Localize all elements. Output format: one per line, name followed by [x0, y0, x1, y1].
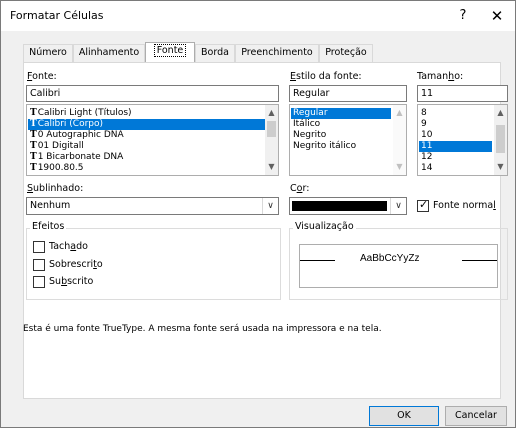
- font-size-item[interactable]: 14: [419, 163, 432, 174]
- font-size-input[interactable]: 11: [417, 85, 508, 102]
- scroll-up-icon: ▲: [396, 108, 403, 117]
- font-style-item-selected[interactable]: Regular: [291, 108, 391, 119]
- scroll-thumb[interactable]: [267, 121, 276, 137]
- preview-box: AaBbCcYyZz: [299, 244, 498, 288]
- underline-label: Sublinhado:: [27, 183, 84, 194]
- help-button[interactable]: ?: [448, 5, 478, 27]
- tab-protecao[interactable]: Proteção: [319, 44, 373, 62]
- chevron-down-icon[interactable]: ∨: [390, 198, 406, 214]
- font-size-item[interactable]: 8: [419, 108, 427, 119]
- tab-preenchimento[interactable]: Preenchimento: [235, 44, 319, 62]
- font-size-list[interactable]: 8 9 10 11 12 14 ▲ ▼: [417, 104, 508, 176]
- preview-sample-text: AaBbCcYyZz: [360, 253, 420, 264]
- font-style-input[interactable]: Regular: [289, 85, 407, 102]
- font-label: Fonte:: [27, 71, 57, 82]
- font-list-item-selected[interactable]: T Calibri (Corpo): [28, 119, 265, 130]
- font-size-item[interactable]: 10: [419, 130, 432, 141]
- font-size-item[interactable]: 9: [419, 119, 427, 130]
- color-swatch: [292, 201, 387, 211]
- font-list[interactable]: T Calibri Light (Títulos) T Calibri (Corpo…: [26, 104, 279, 176]
- scroll-down-icon[interactable]: ▼: [494, 161, 507, 173]
- strikethrough-label: Tachado: [49, 241, 88, 252]
- truetype-icon: T: [30, 152, 37, 162]
- color-label: Cor:: [290, 183, 310, 194]
- preview-baseline-left: [300, 260, 335, 261]
- scroll-thumb[interactable]: [496, 125, 505, 153]
- dialog-title: Formatar Células: [10, 9, 104, 22]
- truetype-icon: T: [30, 130, 37, 140]
- font-size-scrollbar[interactable]: ▲ ▼: [494, 105, 507, 175]
- chevron-down-icon[interactable]: ∨: [262, 198, 278, 214]
- font-style-list[interactable]: Regular Itálico Negrito Negrito itálico …: [289, 104, 407, 176]
- tab-fonte-label: Fonte: [153, 44, 187, 57]
- underline-value: Nenhum: [30, 200, 71, 211]
- tab-alinhamento[interactable]: Alinhamento: [73, 44, 145, 62]
- font-style-item[interactable]: Negrito itálico: [291, 141, 356, 152]
- font-info-text: Esta é uma fonte TrueType. A mesma fonte…: [23, 324, 382, 334]
- normal-font-label: Fonte normal: [433, 200, 496, 211]
- font-style-item[interactable]: Itálico: [291, 119, 320, 130]
- format-cells-dialog: Formatar Células ? ✕ Número Alinhamento …: [0, 0, 516, 428]
- font-style-item[interactable]: Negrito: [291, 130, 326, 141]
- close-button[interactable]: ✕: [482, 5, 512, 27]
- truetype-icon: T: [30, 108, 37, 118]
- truetype-icon: T: [30, 163, 37, 173]
- font-list-scrollbar[interactable]: ▲ ▼: [265, 105, 278, 175]
- scroll-down-icon[interactable]: ▼: [265, 161, 278, 173]
- cancel-button[interactable]: Cancelar: [445, 406, 507, 426]
- close-icon: ✕: [490, 7, 504, 25]
- scroll-up-icon[interactable]: ▲: [265, 107, 278, 119]
- font-size-label: Tamanho:: [417, 71, 464, 82]
- scroll-down-icon: ▼: [396, 162, 403, 171]
- preview-group-title: Visualização: [293, 221, 356, 232]
- strikethrough-checkbox[interactable]: [33, 241, 45, 253]
- color-picker[interactable]: ∨: [289, 197, 407, 215]
- subscript-label: Subscrito: [49, 276, 94, 287]
- title-bar: Formatar Células ? ✕: [1, 1, 515, 31]
- superscript-checkbox[interactable]: [33, 259, 45, 271]
- font-list-item[interactable]: T1 Bicarbonate DNA: [28, 152, 123, 163]
- font-list-item[interactable]: T 1900.80.5: [28, 163, 84, 174]
- truetype-icon: T: [30, 119, 37, 129]
- superscript-label: Sobrescrito: [49, 259, 103, 270]
- font-style-scrollbar[interactable]: ▲ ▼: [393, 105, 406, 175]
- font-size-item-selected[interactable]: 11: [419, 141, 492, 152]
- truetype-icon: T: [30, 141, 37, 151]
- font-input[interactable]: Calibri: [26, 85, 279, 102]
- normal-font-checkbox[interactable]: [417, 198, 429, 212]
- subscript-checkbox[interactable]: [33, 276, 45, 288]
- font-list-item[interactable]: T Calibri Light (Títulos): [28, 108, 132, 119]
- tab-numero[interactable]: Número: [23, 44, 73, 62]
- tab-borda[interactable]: Borda: [195, 44, 235, 62]
- ok-button[interactable]: OK: [369, 406, 439, 426]
- tab-fonte[interactable]: Fonte: [145, 42, 195, 62]
- font-list-item[interactable]: T 01 Digitall: [28, 141, 84, 152]
- font-size-item[interactable]: 12: [419, 152, 432, 163]
- effects-group-title: Efeitos: [30, 221, 67, 232]
- underline-select[interactable]: Nenhum ∨: [26, 197, 279, 215]
- font-list-item[interactable]: T0 Autographic DNA: [28, 130, 124, 141]
- preview-baseline-right: [462, 260, 497, 261]
- scroll-up-icon[interactable]: ▲: [494, 107, 507, 119]
- font-style-label: Estilo da fonte:: [290, 71, 362, 82]
